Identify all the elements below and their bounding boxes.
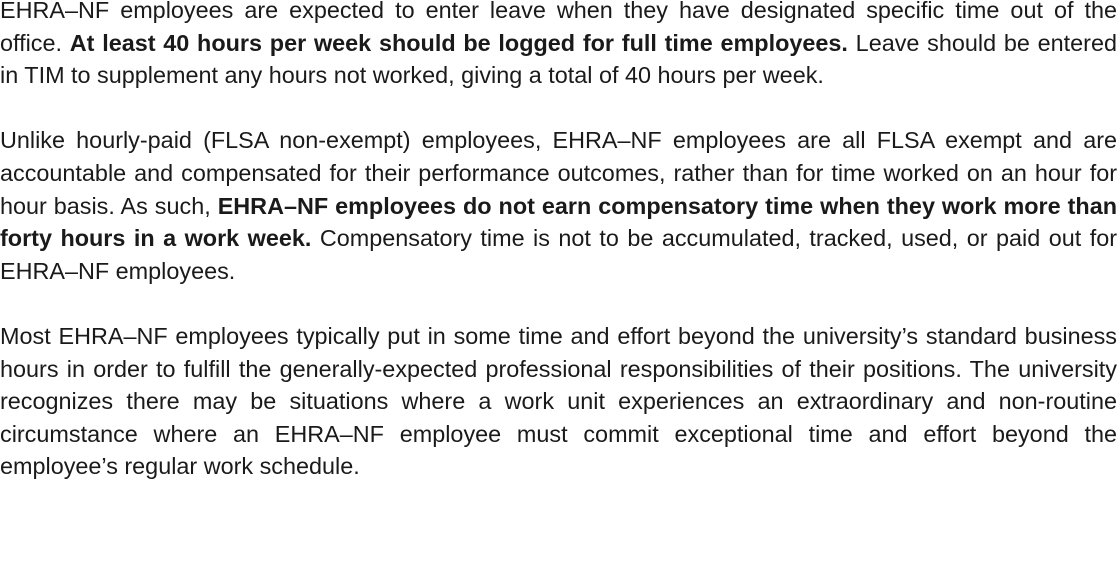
paragraph-compensatory-time: Unlike hourly-paid (FLSA non-exempt) emp… — [0, 124, 1117, 287]
paragraph-text: Most EHRA–NF employees typically put in … — [0, 322, 1117, 480]
bold-emphasis: At least 40 hours per week should be log… — [69, 29, 848, 56]
paragraph-leave-entry: EHRA–NF employees are expected to enter … — [0, 0, 1117, 92]
paragraph-exceptional-time: Most EHRA–NF employees typically put in … — [0, 320, 1117, 483]
document-body: EHRA–NF employees are expected to enter … — [0, 0, 1118, 575]
